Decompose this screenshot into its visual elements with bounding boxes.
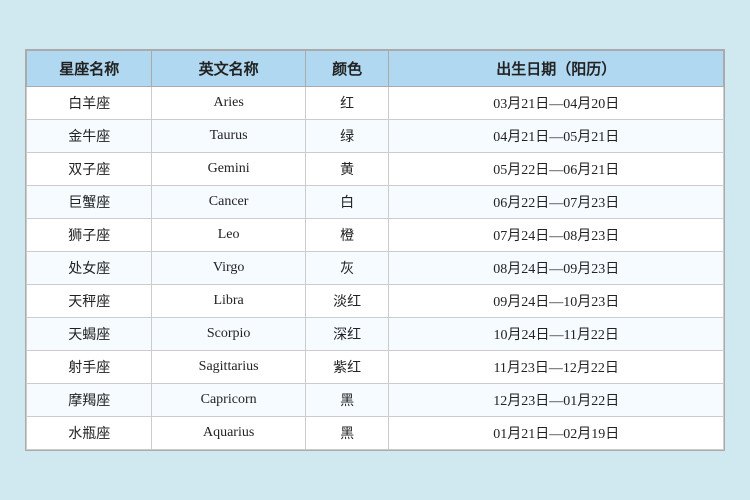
- table-row: 处女座Virgo灰08月24日—09月23日: [27, 252, 724, 285]
- cell-en: Cancer: [152, 186, 305, 219]
- table-row: 射手座Sagittarius紫红11月23日—12月22日: [27, 351, 724, 384]
- cell-color: 橙: [305, 219, 389, 252]
- cell-color: 白: [305, 186, 389, 219]
- cell-en: Taurus: [152, 120, 305, 153]
- cell-zh: 狮子座: [27, 219, 152, 252]
- cell-zh: 射手座: [27, 351, 152, 384]
- cell-date: 08月24日—09月23日: [389, 252, 724, 285]
- cell-date: 03月21日—04月20日: [389, 87, 724, 120]
- cell-date: 10月24日—11月22日: [389, 318, 724, 351]
- cell-en: Aries: [152, 87, 305, 120]
- cell-zh: 处女座: [27, 252, 152, 285]
- cell-zh: 双子座: [27, 153, 152, 186]
- cell-zh: 天蝎座: [27, 318, 152, 351]
- cell-date: 11月23日—12月22日: [389, 351, 724, 384]
- cell-color: 淡红: [305, 285, 389, 318]
- header-color: 颜色: [305, 51, 389, 87]
- cell-zh: 摩羯座: [27, 384, 152, 417]
- table-row: 双子座Gemini黄05月22日—06月21日: [27, 153, 724, 186]
- cell-en: Capricorn: [152, 384, 305, 417]
- cell-en: Leo: [152, 219, 305, 252]
- cell-en: Libra: [152, 285, 305, 318]
- cell-zh: 金牛座: [27, 120, 152, 153]
- cell-en: Virgo: [152, 252, 305, 285]
- cell-date: 06月22日—07月23日: [389, 186, 724, 219]
- zodiac-table-container: 星座名称 英文名称 颜色 出生日期（阳历） 白羊座Aries红03月21日—04…: [25, 49, 725, 451]
- cell-color: 深红: [305, 318, 389, 351]
- cell-zh: 巨蟹座: [27, 186, 152, 219]
- cell-date: 09月24日—10月23日: [389, 285, 724, 318]
- cell-color: 绿: [305, 120, 389, 153]
- header-date: 出生日期（阳历）: [389, 51, 724, 87]
- cell-zh: 水瓶座: [27, 417, 152, 450]
- table-row: 金牛座Taurus绿04月21日—05月21日: [27, 120, 724, 153]
- cell-color: 黑: [305, 417, 389, 450]
- cell-color: 黄: [305, 153, 389, 186]
- cell-zh: 白羊座: [27, 87, 152, 120]
- cell-color: 黑: [305, 384, 389, 417]
- cell-en: Gemini: [152, 153, 305, 186]
- cell-zh: 天秤座: [27, 285, 152, 318]
- cell-color: 紫红: [305, 351, 389, 384]
- table-row: 白羊座Aries红03月21日—04月20日: [27, 87, 724, 120]
- zodiac-table: 星座名称 英文名称 颜色 出生日期（阳历） 白羊座Aries红03月21日—04…: [26, 50, 724, 450]
- table-row: 水瓶座Aquarius黑01月21日—02月19日: [27, 417, 724, 450]
- table-row: 天蝎座Scorpio深红10月24日—11月22日: [27, 318, 724, 351]
- cell-date: 05月22日—06月21日: [389, 153, 724, 186]
- table-row: 巨蟹座Cancer白06月22日—07月23日: [27, 186, 724, 219]
- cell-date: 07月24日—08月23日: [389, 219, 724, 252]
- table-row: 天秤座Libra淡红09月24日—10月23日: [27, 285, 724, 318]
- table-row: 摩羯座Capricorn黑12月23日—01月22日: [27, 384, 724, 417]
- cell-en: Sagittarius: [152, 351, 305, 384]
- header-en: 英文名称: [152, 51, 305, 87]
- table-row: 狮子座Leo橙07月24日—08月23日: [27, 219, 724, 252]
- cell-en: Scorpio: [152, 318, 305, 351]
- cell-date: 01月21日—02月19日: [389, 417, 724, 450]
- table-header-row: 星座名称 英文名称 颜色 出生日期（阳历）: [27, 51, 724, 87]
- cell-date: 04月21日—05月21日: [389, 120, 724, 153]
- header-zh: 星座名称: [27, 51, 152, 87]
- cell-color: 灰: [305, 252, 389, 285]
- cell-color: 红: [305, 87, 389, 120]
- cell-date: 12月23日—01月22日: [389, 384, 724, 417]
- cell-en: Aquarius: [152, 417, 305, 450]
